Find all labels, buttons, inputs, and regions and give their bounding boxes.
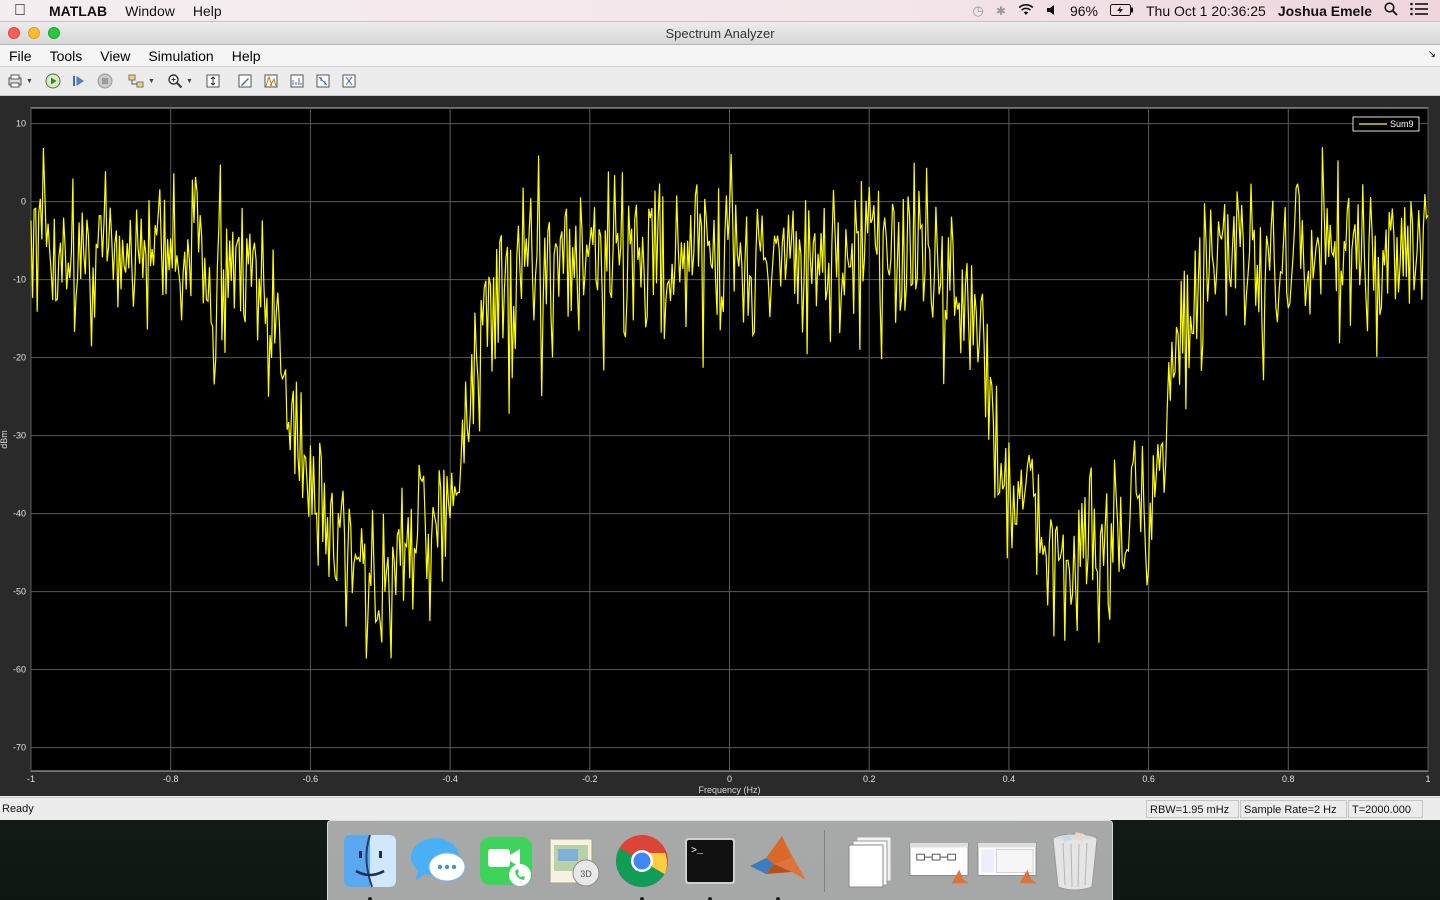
status-rbw: RBW=1.95 mHz <box>1146 800 1239 818</box>
window-title: Spectrum Analyzer <box>665 26 775 41</box>
menu-help[interactable]: Help <box>223 48 270 64</box>
x-axis-label: Frequency (Hz) <box>698 785 760 795</box>
scale-axes-icon[interactable] <box>202 70 224 92</box>
matlab-icon[interactable] <box>748 830 808 900</box>
x-tick-label: 1 <box>1425 774 1430 784</box>
run-icon[interactable] <box>42 70 64 92</box>
x-tick-label: -0.4 <box>442 774 458 784</box>
cursor-icon[interactable] <box>312 70 334 92</box>
status-time: T=2000.000 <box>1348 800 1423 818</box>
preview-icon[interactable]: 3D <box>544 830 604 892</box>
bluetooth-icon[interactable]: ✱ <box>996 4 1006 18</box>
x-tick-label: -0.8 <box>163 774 179 784</box>
zoom-dropdown-icon[interactable]: ▼ <box>186 78 194 85</box>
svg-text:3D: 3D <box>580 869 592 879</box>
svg-text:>_: >_ <box>691 846 704 857</box>
y-tick-label: 10 <box>16 119 26 129</box>
x-tick-label: -1 <box>27 774 35 784</box>
facetime-icon[interactable] <box>476 830 536 892</box>
minimize-window-button[interactable] <box>28 27 40 39</box>
print-dropdown-icon[interactable]: ▼ <box>26 78 34 85</box>
peak-finder-icon[interactable] <box>260 70 282 92</box>
menu-simulation[interactable]: Simulation <box>139 48 222 64</box>
system-menubar:  MATLAB Window Help ◷ ✱ 96% Thu Oct 1 2… <box>0 0 1440 22</box>
notification-center-icon[interactable] <box>1410 2 1428 19</box>
menubar-app-name[interactable]: MATLAB <box>40 3 116 19</box>
finder-icon[interactable] <box>340 830 400 900</box>
y-tick-label: -70 <box>13 743 26 753</box>
documents-icon[interactable] <box>841 830 901 892</box>
status-ready: Ready <box>2 803 34 815</box>
time-machine-icon[interactable]: ◷ <box>973 3 984 19</box>
toolbar: ▼ ▼ ▼ <box>0 66 1440 96</box>
spectrum-chart-svg[interactable]: 100-10-20-30-40-50-60-70-1 -0.8 -0.6 -0.4 -0… <box>0 96 1440 796</box>
messages-icon[interactable] <box>408 830 468 892</box>
trash-icon[interactable] <box>1045 830 1105 892</box>
window-menubar: File Tools View Simulation Help ↘ <box>0 45 1440 66</box>
menu-file[interactable]: File <box>0 48 41 64</box>
x-tick-label: 0.2 <box>863 774 876 784</box>
y-tick-label: -20 <box>13 353 26 363</box>
y-tick-label: -60 <box>13 665 26 675</box>
x-tick-label: -0.2 <box>582 774 598 784</box>
menu-view[interactable]: View <box>91 48 139 64</box>
spotlight-search-icon[interactable] <box>1384 2 1398 19</box>
chrome-icon[interactable] <box>612 830 672 900</box>
settings-icon[interactable] <box>234 70 256 92</box>
x-tick-label: 0.6 <box>1142 774 1155 784</box>
volume-icon[interactable] <box>1046 3 1058 19</box>
y-tick-label: -40 <box>13 509 26 519</box>
y-tick-label: -30 <box>13 431 26 441</box>
menubar-help[interactable]: Help <box>184 3 231 19</box>
window-titlebar[interactable]: Spectrum Analyzer <box>0 22 1440 45</box>
undock-arrow-icon[interactable]: ↘ <box>1428 49 1436 60</box>
menu-tools[interactable]: Tools <box>41 48 92 64</box>
battery-icon[interactable] <box>1109 3 1134 19</box>
zoom-in-icon[interactable] <box>164 70 186 92</box>
y-axis-label: dBm <box>0 430 9 449</box>
clock[interactable]: Thu Oct 1 20:36:25 <box>1146 3 1266 19</box>
step-forward-icon[interactable] <box>68 70 90 92</box>
x-tick-label: 0 <box>727 774 732 784</box>
y-tick-label: -10 <box>13 275 26 285</box>
user-name[interactable]: Joshua Emele <box>1278 3 1372 19</box>
highlight-dropdown-icon[interactable]: ▼ <box>148 78 156 85</box>
status-sample-rate: Sample Rate=2 Hz <box>1240 800 1347 818</box>
print-icon[interactable] <box>4 70 26 92</box>
simulink-window-icon[interactable] <box>909 830 969 892</box>
distortion-icon[interactable] <box>286 70 308 92</box>
battery-percent[interactable]: 96% <box>1070 3 1098 19</box>
apple-menu-icon[interactable]:  <box>0 2 40 20</box>
x-tick-label: 0.8 <box>1282 774 1295 784</box>
wifi-icon[interactable] <box>1018 3 1034 19</box>
menubar-window[interactable]: Window <box>116 3 184 19</box>
stop-icon[interactable] <box>94 70 116 92</box>
y-tick-label: -50 <box>13 587 26 597</box>
close-window-button[interactable] <box>8 27 20 39</box>
matlab-window-icon[interactable] <box>977 830 1037 892</box>
highlight-icon[interactable] <box>126 70 148 92</box>
terminal-icon[interactable]: >_ <box>680 830 740 900</box>
spectrum-plot[interactable]: 10 0 -10 -20 -30 -40 -50 -60 -70 -1 -0.8 -0.6 -0.4 -0… <box>0 96 1440 796</box>
dock: 3D >_ <box>327 820 1113 900</box>
legend-label: Sum9 <box>1390 119 1414 129</box>
dock-separator <box>824 829 825 892</box>
status-bar: Ready RBW=1.95 mHz Sample Rate=2 Hz T=20… <box>0 797 1440 820</box>
x-tick-label: 0.4 <box>1003 774 1016 784</box>
channel-measure-icon[interactable] <box>338 70 360 92</box>
x-tick-label: -0.6 <box>303 774 319 784</box>
y-tick-label: 0 <box>21 197 26 207</box>
zoom-window-button[interactable] <box>48 27 60 39</box>
spectrum-analyzer-window: Spectrum Analyzer File Tools View Simula… <box>0 22 1440 820</box>
